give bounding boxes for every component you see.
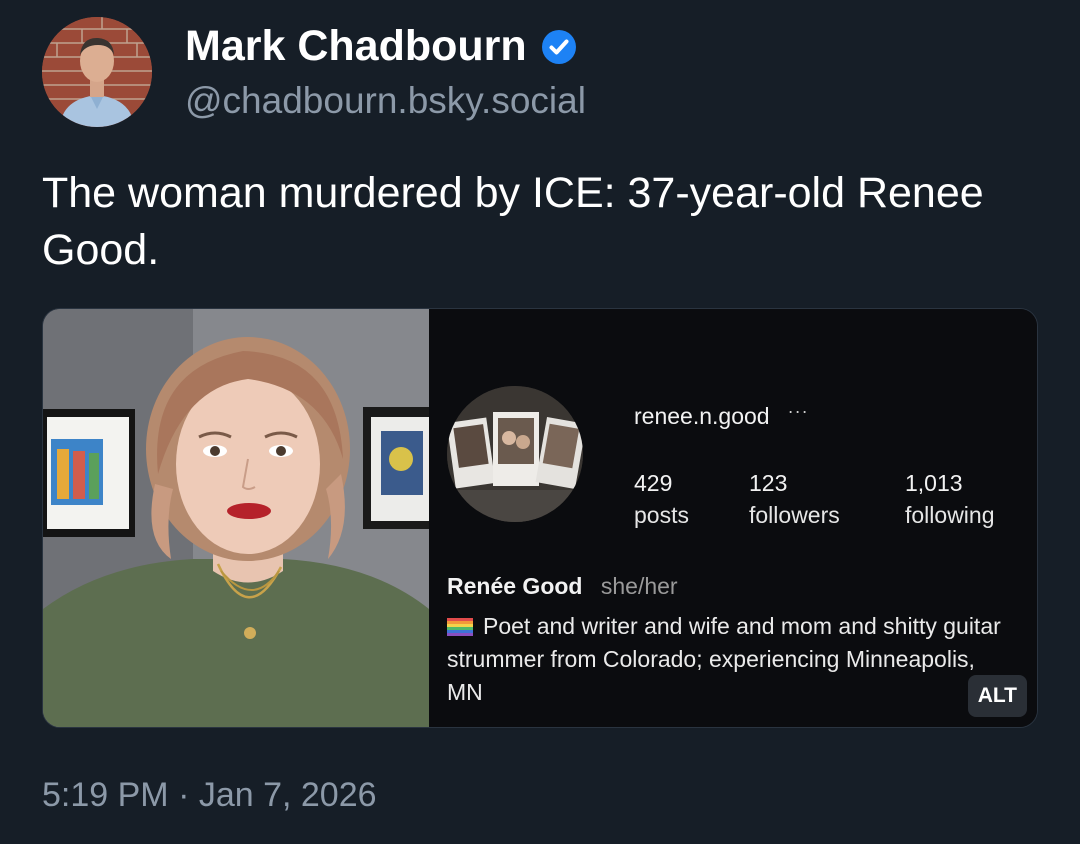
- pride-flag-icon: [447, 618, 473, 636]
- stat-label: posts: [634, 502, 689, 528]
- stat-label: followers: [749, 502, 840, 528]
- instagram-avatar: [447, 386, 583, 522]
- instagram-full-name: Renée Good: [447, 573, 583, 599]
- author-display-name[interactable]: Mark Chadbourn: [185, 22, 527, 71]
- post-image[interactable]: renee.n.good ··· 429 posts 123 followers…: [42, 308, 1038, 728]
- verified-badge-icon: [541, 29, 576, 64]
- stat-following: 1,013 following: [905, 467, 995, 531]
- instagram-username: renee.n.good: [634, 403, 770, 429]
- author-avatar[interactable]: [42, 17, 152, 127]
- instagram-name-row: Renée Good she/her: [447, 573, 678, 600]
- stat-posts: 429 posts: [634, 467, 689, 531]
- portrait-photo: [43, 309, 429, 727]
- stat-value: 429: [634, 470, 673, 496]
- stat-value: 123: [749, 470, 788, 496]
- instagram-profile-panel: renee.n.good ··· 429 posts 123 followers…: [429, 309, 1037, 727]
- post-text: The woman murdered by ICE: 37-year-old R…: [42, 169, 984, 274]
- instagram-username-row: renee.n.good ···: [634, 401, 809, 430]
- more-options-icon: ···: [787, 401, 809, 421]
- instagram-pronouns: she/her: [600, 573, 678, 599]
- post-timestamp[interactable]: 5:19 PM · Jan 7, 2026: [42, 776, 377, 815]
- alt-text-button[interactable]: ALT: [967, 675, 1027, 717]
- stat-followers: 123 followers: [749, 467, 840, 531]
- stat-label: following: [905, 502, 995, 528]
- author-handle[interactable]: @chadbourn.bsky.social: [185, 80, 586, 122]
- instagram-bio-text: Poet and writer and wife and mom and shi…: [447, 613, 1001, 705]
- instagram-bio: Poet and writer and wife and mom and shi…: [447, 610, 1007, 709]
- stat-value: 1,013: [905, 470, 963, 496]
- author-name-row: Mark Chadbourn: [185, 22, 577, 71]
